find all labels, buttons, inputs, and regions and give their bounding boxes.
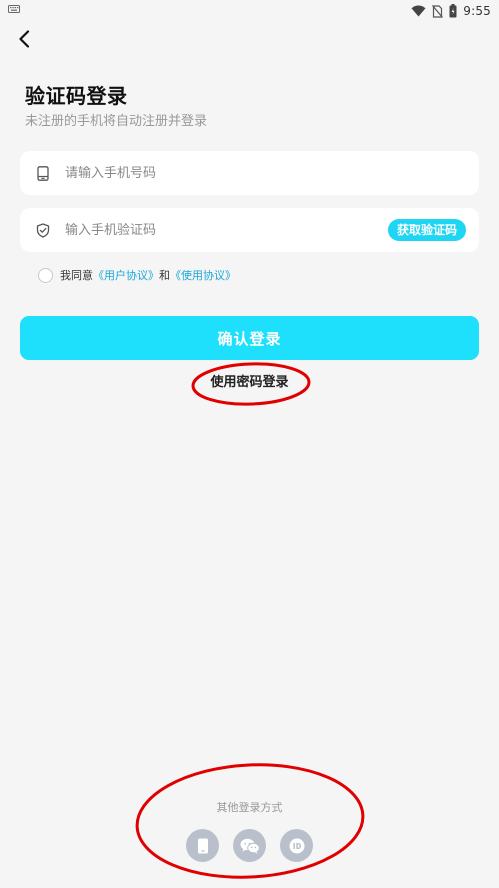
- wechat-icon: [240, 838, 260, 854]
- shield-check-icon: [35, 222, 51, 238]
- no-sim-icon: [432, 4, 444, 18]
- phone-icon: [35, 165, 51, 181]
- id-icon: [289, 838, 304, 853]
- phone-icon: [197, 838, 208, 853]
- status-time: 9:55: [463, 4, 491, 18]
- page-title: 验证码登录: [25, 84, 128, 108]
- phone-field[interactable]: [20, 151, 479, 195]
- confirm-login-button[interactable]: 确认登录: [20, 316, 479, 360]
- usage-agreement-link[interactable]: 《使用协议》: [170, 267, 236, 283]
- status-icons: 9:55: [411, 3, 491, 19]
- keyboard-icon: [8, 5, 20, 13]
- chevron-left-icon: [19, 30, 30, 48]
- password-login-link[interactable]: 使用密码登录: [0, 371, 499, 390]
- phone-input[interactable]: [65, 165, 479, 181]
- wechat-login-button[interactable]: [233, 829, 266, 862]
- get-code-button[interactable]: 获取验证码: [387, 219, 466, 241]
- agree-radio[interactable]: [38, 267, 53, 283]
- annotation-ellipse-other-login: [135, 763, 365, 879]
- agreement-and: 和: [159, 269, 170, 282]
- id-login-button[interactable]: [280, 829, 313, 862]
- page-subtitle: 未注册的手机将自动注册并登录: [25, 114, 208, 129]
- verification-code-field[interactable]: 获取验证码: [20, 208, 479, 252]
- agreement-prefix: 我同意: [60, 269, 93, 282]
- agreement-row: 我同意 《用户协议》 和 《使用协议》: [38, 266, 236, 284]
- other-login-options: [0, 829, 499, 862]
- status-bar: 9:55: [0, 0, 499, 22]
- user-agreement-link[interactable]: 《用户协议》: [93, 267, 159, 283]
- phone-login-button[interactable]: [186, 829, 219, 862]
- back-button[interactable]: [12, 26, 36, 52]
- wifi-icon: [411, 5, 426, 17]
- battery-icon: [449, 4, 457, 18]
- login-screen: 9:55 验证码登录 未注册的手机将自动注册并登录 获取验证码: [0, 0, 499, 888]
- other-login-title: 其他登录方式: [216, 801, 283, 814]
